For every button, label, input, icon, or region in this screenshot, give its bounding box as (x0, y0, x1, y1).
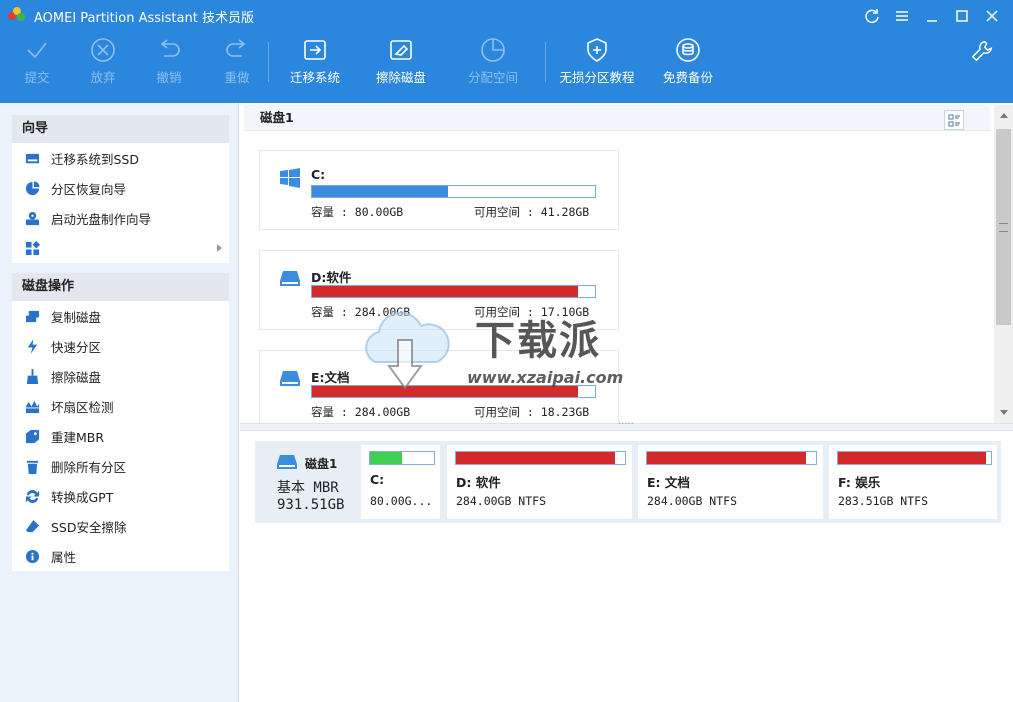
partition-card-e[interactable]: E:文档 容量 : 284.00GB 可用空间 : 18.23GB (259, 350, 619, 423)
close-icon[interactable] (977, 4, 1007, 28)
allocate-space-button[interactable]: 分配空间 (441, 36, 545, 92)
wizards-heading: 向导 (12, 115, 229, 143)
view-toggle-icon[interactable] (944, 110, 964, 130)
usage-fill (838, 452, 987, 464)
wizard-more-apps[interactable] (12, 233, 229, 263)
wipe-disk-icon (390, 40, 412, 60)
redo-button[interactable]: 重做 (206, 36, 268, 92)
usage-bar (311, 285, 596, 298)
usage-bar (646, 451, 817, 465)
usage-bar (369, 451, 435, 465)
discard-icon (91, 38, 115, 62)
usage-fill (312, 286, 579, 297)
menu-icon[interactable] (887, 4, 917, 28)
wipe-disk-button[interactable]: 擦除磁盘 (361, 36, 441, 92)
delete-all-partitions-icon (24, 458, 40, 474)
ssd-secure-erase-icon (24, 518, 40, 534)
tutorial-button[interactable]: 无损分区教程 (546, 36, 648, 92)
map-partition-c[interactable]: C: 80.00G... (361, 445, 440, 519)
wizard-migrate-os-to-ssd[interactable]: 迁移系统到SSD (12, 143, 229, 173)
usage-bar (311, 185, 596, 198)
map-partition-f[interactable]: F: 娱乐 283.51GB NTFS (829, 445, 997, 519)
app-logo-icon (8, 7, 26, 25)
redo-icon (226, 39, 246, 57)
usage-fill (647, 452, 806, 464)
windows-icon (280, 168, 300, 188)
scroll-thumb[interactable] (996, 129, 1011, 325)
drive-icon (280, 371, 300, 386)
drive-icon (280, 271, 300, 286)
op-bad-sector-check[interactable]: 坏扇区检测 (12, 391, 229, 421)
op-delete-all-partitions[interactable]: 删除所有分区 (12, 451, 229, 481)
free-backup-button[interactable]: 免费备份 (648, 36, 728, 92)
shield-plus-icon (587, 38, 607, 62)
scroll-up-arrow-icon[interactable] (1000, 113, 1008, 118)
wipe-disk-icon (24, 368, 40, 384)
disk-title: 磁盘1 (260, 110, 294, 125)
usage-bar (311, 385, 596, 398)
migrate-ssd-icon (24, 150, 40, 166)
maximize-icon[interactable] (947, 4, 977, 28)
submit-button[interactable]: 提交 (0, 36, 74, 92)
op-rebuild-mbr[interactable]: 重建MBR (12, 421, 229, 451)
tools-wrench-icon[interactable] (969, 38, 995, 67)
backup-icon (676, 38, 700, 62)
usage-fill (312, 186, 448, 197)
app-title: AOMEI Partition Assistant 技术员版 (34, 10, 254, 26)
undo-icon (160, 39, 180, 57)
bad-sector-icon (24, 398, 40, 414)
bootable-media-icon (24, 210, 40, 226)
partition-card-d[interactable]: D:软件 容量 : 284.00GB 可用空间 : 17.10GB (259, 250, 619, 330)
discard-button[interactable]: 放弃 (74, 36, 132, 92)
migrate-os-icon (304, 40, 326, 60)
map-partition-d[interactable]: D: 软件 284.00GB NTFS (447, 445, 632, 519)
op-properties[interactable]: 属性 (12, 541, 229, 571)
map-partition-e[interactable]: E: 文档 284.00GB NTFS (638, 445, 823, 519)
pane-splitter[interactable] (240, 416, 1013, 431)
partition-card-c[interactable]: C: 容量 : 80.00GB 可用空间 : 41.28GB (259, 150, 619, 230)
chevron-right-icon (217, 244, 222, 252)
disk-operations-group: 磁盘操作 复制磁盘 快速分区 擦除磁盘 坏扇区检测 重建MBR 删除所有分区 转… (12, 273, 229, 571)
migrate-os-button[interactable]: 迁移系统 (269, 36, 361, 92)
disk-map-row: 磁盘1 基本 MBR 931.51GB C: 80.00G... D: 软件 2… (255, 441, 1001, 523)
copy-disk-icon (24, 308, 40, 324)
info-icon (24, 548, 40, 564)
usage-fill (456, 452, 615, 464)
wizard-partition-recovery[interactable]: 分区恢复向导 (12, 173, 229, 203)
wizard-bootable-media[interactable]: 启动光盘制作向导 (12, 203, 229, 233)
op-convert-to-gpt[interactable]: 转换成GPT (12, 481, 229, 511)
disk-map-pane: 磁盘1 基本 MBR 931.51GB C: 80.00G... D: 软件 2… (240, 431, 1013, 702)
vertical-scrollbar[interactable] (994, 105, 1013, 423)
wizards-group: 向导 迁移系统到SSD 分区恢复向导 启动光盘制作向导 (12, 115, 229, 263)
top-toolbar-area: AOMEI Partition Assistant 技术员版 提交 放弃 撤销 … (0, 0, 1013, 103)
disk-operations-heading: 磁盘操作 (12, 273, 229, 301)
partition-list-pane: 磁盘1 C: 容量 : 80.00GB 可用空间 : 41.28GB D:软件 … (240, 103, 1013, 423)
usage-fill (370, 452, 402, 464)
scroll-down-arrow-icon[interactable] (1000, 410, 1008, 415)
left-panel: 向导 迁移系统到SSD 分区恢复向导 启动光盘制作向导 磁盘操作 复制磁盘 快速… (0, 103, 239, 702)
usage-bar (455, 451, 626, 465)
rebuild-mbr-icon (24, 428, 40, 444)
allocate-space-icon (481, 38, 505, 62)
usage-fill (312, 386, 579, 397)
partition-recovery-icon (24, 180, 40, 196)
more-apps-icon (24, 240, 40, 256)
toolbar: 提交 放弃 撤销 重做 迁移系统 擦除磁盘 分配空间 无损分区教程 免费备份 (0, 36, 728, 92)
disk-header: 磁盘1 (244, 105, 990, 131)
minimize-icon[interactable] (917, 4, 947, 28)
convert-gpt-icon (24, 488, 40, 504)
window-controls (857, 4, 1007, 28)
check-icon (27, 42, 47, 59)
drive-icon (277, 455, 297, 469)
usage-bar (837, 451, 992, 465)
disk-info[interactable]: 磁盘1 基本 MBR 931.51GB (255, 441, 359, 523)
quick-partition-icon (24, 338, 40, 354)
refresh-icon[interactable] (857, 4, 887, 28)
undo-button[interactable]: 撤销 (132, 36, 206, 92)
op-wipe-disk[interactable]: 擦除磁盘 (12, 361, 229, 391)
op-ssd-secure-erase[interactable]: SSD安全擦除 (12, 511, 229, 541)
op-copy-disk[interactable]: 复制磁盘 (12, 301, 229, 331)
op-quick-partition[interactable]: 快速分区 (12, 331, 229, 361)
